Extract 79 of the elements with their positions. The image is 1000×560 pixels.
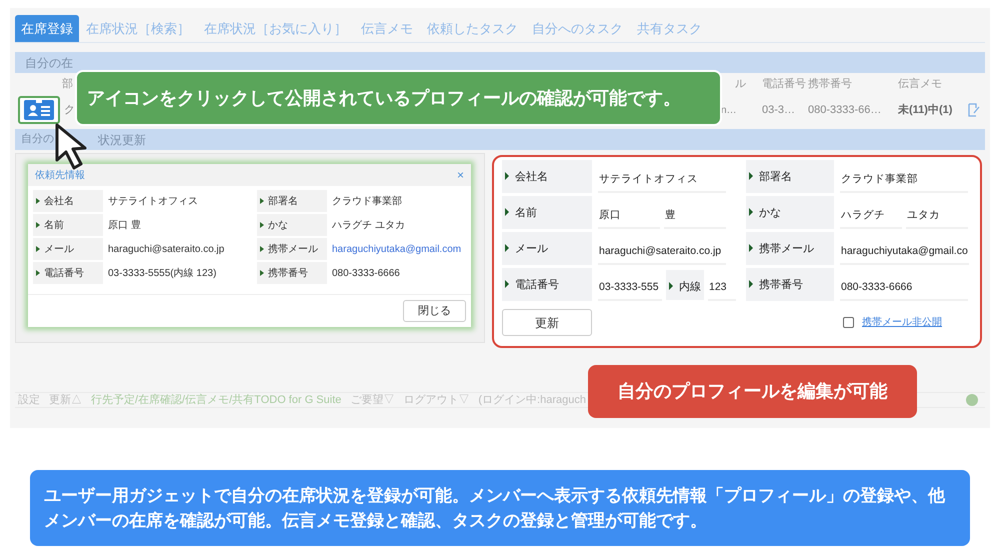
triangle-icon bbox=[749, 172, 753, 180]
field-value: 03-3333-5555(内線 123) bbox=[108, 266, 216, 280]
input-field[interactable]: クラウド事業部 bbox=[840, 169, 968, 193]
field-label: 名前 bbox=[44, 218, 64, 232]
field-value: ハラグチ ユタカ bbox=[332, 218, 405, 232]
callout-text: アイコンをクリックして公開されているプロフィールの確認が可能です。 bbox=[87, 86, 681, 110]
triangle-icon bbox=[36, 222, 40, 228]
table-cell: ク bbox=[64, 104, 75, 116]
field-label: メール bbox=[44, 242, 74, 256]
edit-icon[interactable] bbox=[968, 103, 980, 117]
profile-card-icon bbox=[24, 100, 54, 120]
triangle-icon bbox=[260, 198, 264, 204]
field-value: 原口 豊 bbox=[108, 218, 141, 232]
triangle-icon bbox=[505, 172, 509, 180]
field-label: 部署名 bbox=[268, 194, 298, 208]
triangle-icon bbox=[749, 244, 753, 252]
field-label: 内線 bbox=[679, 280, 701, 294]
table-cell: 080-3333-66… bbox=[808, 104, 882, 116]
close-button[interactable]: 閉じる bbox=[403, 300, 466, 322]
column-header: 電話番号 bbox=[762, 78, 806, 90]
triangle-icon bbox=[260, 270, 264, 276]
triangle-icon bbox=[749, 280, 753, 288]
update-button[interactable]: 更新 bbox=[502, 309, 592, 336]
status-icon bbox=[966, 394, 978, 406]
field-label: 携帯メール bbox=[268, 242, 318, 256]
checkbox-label-link[interactable]: 携帯メール非公開 bbox=[862, 315, 942, 330]
field-label: かな bbox=[759, 206, 781, 221]
triangle-icon bbox=[260, 222, 264, 228]
email-link[interactable]: haraguchiyutaka@gmail.com bbox=[332, 242, 462, 256]
caption-text: ユーザー用ガジェットで自分の在席状況を登録が可能。メンバーへ表示する依頼先情報「プロフィール」の登録や、他メンバーの在席を確認が可能。伝言メモ登録と確認、タスクの登録と管理が可能です。 bbox=[44, 485, 946, 532]
field-value: haraguchi@sateraito.co.jp bbox=[108, 242, 224, 256]
field-label: 携帯番号 bbox=[268, 266, 308, 280]
input-field[interactable]: 原口 bbox=[598, 205, 660, 229]
triangle-icon bbox=[36, 198, 40, 204]
dialog-title: 依頼先情報 bbox=[35, 168, 85, 182]
field-label: かな bbox=[268, 218, 288, 232]
column-header: 伝言メモ bbox=[898, 78, 942, 90]
column-header: ル bbox=[735, 78, 746, 90]
triangle-icon bbox=[260, 246, 264, 252]
input-field[interactable]: 080-3333-6666 bbox=[840, 277, 968, 301]
field-value: サテライトオフィス bbox=[108, 194, 198, 208]
field-label: 名前 bbox=[515, 206, 537, 221]
checkbox[interactable] bbox=[843, 317, 854, 328]
callout-text: 自分のプロフィールを編集が可能 bbox=[618, 380, 888, 403]
section-title: 状況更新 bbox=[98, 132, 146, 148]
section-title: 自分の在 bbox=[25, 54, 73, 72]
triangle-icon bbox=[505, 244, 509, 252]
input-field[interactable]: ハラグチ bbox=[840, 205, 902, 229]
field-label: メール bbox=[515, 242, 548, 257]
field-value: クラウド事業部 bbox=[332, 194, 402, 208]
input-field[interactable]: 豊 bbox=[664, 205, 726, 229]
field-value: 080-3333-6666 bbox=[332, 266, 400, 280]
table-cell: 未(11)中(1) bbox=[898, 104, 952, 116]
field-label: 会社名 bbox=[515, 170, 548, 185]
field-label: 携帯メール bbox=[759, 242, 814, 257]
section-title: 自分の bbox=[21, 132, 54, 148]
triangle-icon bbox=[505, 280, 509, 288]
column-header: 部 bbox=[62, 78, 73, 90]
profile-card-button[interactable] bbox=[18, 96, 60, 124]
input-field[interactable]: 03-3333-555 bbox=[598, 277, 662, 301]
tab[interactable]: 在席登録 bbox=[15, 15, 79, 42]
triangle-icon bbox=[36, 270, 40, 276]
column-header: 携帯番号 bbox=[808, 78, 852, 90]
field-label: 電話番号 bbox=[44, 266, 84, 280]
triangle-icon bbox=[505, 208, 509, 216]
input-field[interactable]: ユタカ bbox=[906, 205, 968, 229]
table-cell: 03-3… bbox=[762, 104, 796, 116]
input-field[interactable]: haraguchi@sateraito.co.jp bbox=[598, 241, 726, 265]
triangle-icon bbox=[36, 246, 40, 252]
field-label: 会社名 bbox=[44, 194, 74, 208]
input-field[interactable]: haraguchiyutaka@gmail.co bbox=[840, 241, 969, 265]
triangle-icon bbox=[669, 282, 673, 290]
input-field[interactable]: サテライトオフィス bbox=[598, 169, 726, 193]
input-field[interactable]: 123 bbox=[708, 277, 736, 301]
field-label: 電話番号 bbox=[515, 278, 559, 293]
triangle-icon bbox=[749, 208, 753, 216]
field-label: 部署名 bbox=[759, 170, 792, 185]
field-label: 携帯番号 bbox=[759, 278, 803, 293]
close-icon[interactable]: × bbox=[456, 166, 464, 184]
